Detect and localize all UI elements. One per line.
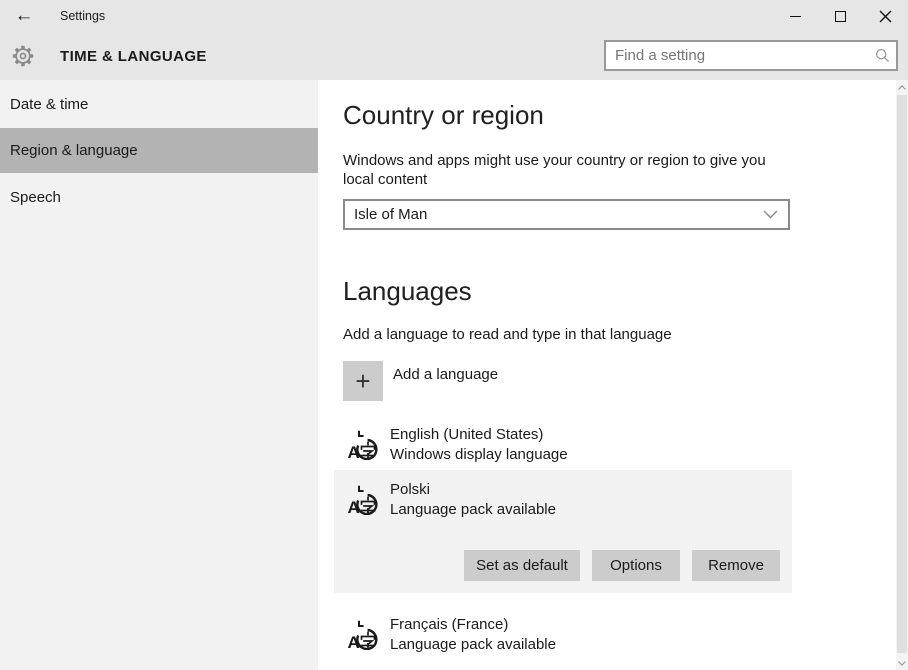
minimize-icon [790,16,801,17]
sidebar-item-speech[interactable]: Speech [0,173,318,221]
back-button[interactable]: ← [8,0,40,32]
language-name: English (United States) [390,425,568,445]
search-box[interactable] [604,40,898,71]
page-title: TIME & LANGUAGE [60,32,207,80]
close-icon [879,10,892,23]
country-dropdown-value: Isle of Man [354,206,427,223]
country-dropdown[interactable]: Isle of Man [343,199,790,230]
language-row-polski[interactable]: A Polski Language pack available [334,470,792,593]
sidebar-item-label: Date & time [10,96,88,113]
top-band: ← Settings [0,0,908,80]
language-icon: A [346,424,380,460]
sidebar-item-date-time[interactable]: Date & time [0,80,318,128]
close-button[interactable] [863,0,908,32]
chevron-down-icon [763,210,778,219]
window-controls [773,0,908,32]
back-arrow-icon: ← [15,5,34,27]
language-status: Windows display language [390,445,568,465]
scrollbar-down-icon[interactable] [896,656,908,670]
svg-text:A: A [348,498,360,515]
set-as-default-button[interactable]: Set as default [464,550,580,581]
search-icon[interactable] [868,48,896,63]
sidebar: Date & time Region & language Speech [0,80,318,670]
language-icon: A [346,614,380,650]
country-description: Windows and apps might use your country … [343,151,766,189]
language-row-francais[interactable]: A Français (France) Language pack availa… [334,605,792,660]
app-title: Settings [60,0,105,32]
search-input[interactable] [606,42,868,69]
language-list: A English (United States) Windows displa… [334,415,792,660]
language-actions: Set as default Options Remove [464,550,780,581]
languages-description: Add a language to read and type in that … [343,326,672,343]
scrollbar-thumb[interactable] [897,95,907,653]
languages-heading: Languages [343,276,472,307]
sidebar-item-region-language[interactable]: Region & language [0,128,318,173]
plus-icon: + [343,361,383,401]
country-or-region-heading: Country or region [343,100,544,131]
sidebar-item-label: Speech [10,189,61,206]
gear-icon [10,43,36,69]
country-description-line2: local content [343,170,766,189]
sidebar-item-label: Region & language [10,142,138,159]
page-header: TIME & LANGUAGE [0,32,908,80]
options-button[interactable]: Options [592,550,680,581]
svg-text:A: A [348,633,360,650]
vertical-scrollbar[interactable] [896,80,908,670]
language-status: Language pack available [390,635,556,655]
language-row-english[interactable]: A English (United States) Windows displa… [334,415,792,470]
remove-button[interactable]: Remove [692,550,780,581]
maximize-button[interactable] [818,0,863,32]
language-icon: A [346,479,380,515]
language-name: Polski [390,480,556,500]
language-status: Language pack available [390,500,556,520]
svg-text:A: A [348,443,360,460]
language-name: Français (France) [390,615,556,635]
add-language-button[interactable]: + Add a language [343,361,498,401]
minimize-button[interactable] [773,0,818,32]
main-content: Country or region Windows and apps might… [318,80,896,670]
country-description-line1: Windows and apps might use your country … [343,151,766,170]
scrollbar-up-icon[interactable] [896,80,908,94]
add-language-label: Add a language [393,366,498,383]
titlebar: ← Settings [0,0,908,32]
maximize-icon [835,11,846,22]
